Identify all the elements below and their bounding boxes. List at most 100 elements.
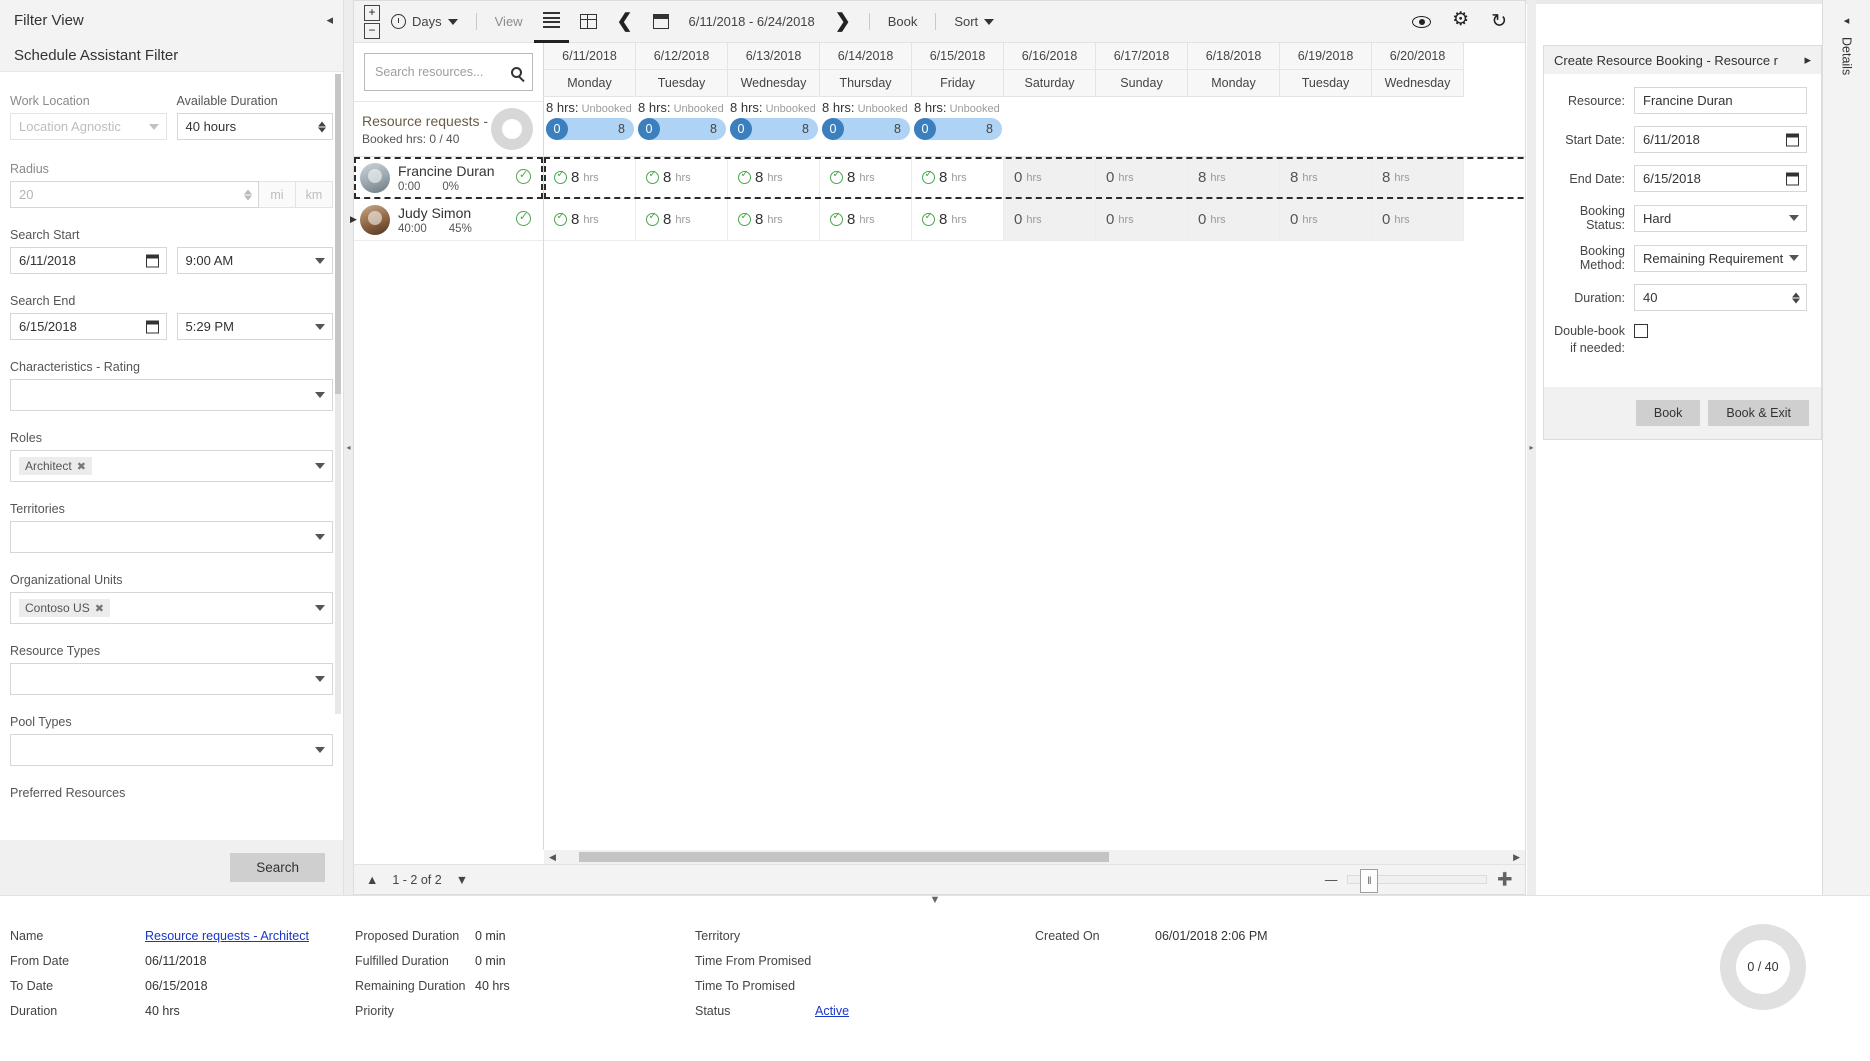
list-view-button[interactable] <box>534 1 569 43</box>
calendar-icon[interactable] <box>1786 133 1799 146</box>
grid-availability-cell[interactable]: 0hrs <box>1280 199 1372 241</box>
calendar-icon[interactable] <box>146 320 159 333</box>
grid-availability-cell[interactable]: 0hrs <box>1004 199 1096 241</box>
left-splitter[interactable]: ◂ <box>344 0 353 895</box>
requirement-day-cell[interactable] <box>1096 97 1188 156</box>
grid-availability-cell[interactable]: 8hrs <box>636 199 728 241</box>
resource-types-select[interactable] <box>10 663 333 695</box>
days-view-dropdown[interactable]: Days <box>382 1 467 43</box>
prev-period-button[interactable]: ❮ <box>608 1 642 43</box>
requirement-day-cell[interactable]: 8 hrs: Unbooked08 <box>912 97 1004 156</box>
book-toolbar-button[interactable]: Book <box>879 1 927 43</box>
grid-availability-cell[interactable]: 8hrs <box>1280 157 1372 199</box>
eye-icon[interactable] <box>1412 16 1431 28</box>
expand-row-icon[interactable]: ▶ <box>350 214 357 225</box>
unit-km-button[interactable]: km <box>296 181 333 208</box>
scroll-left-icon[interactable]: ◀ <box>544 852 561 863</box>
role-chip[interactable]: Architect ✖ <box>19 457 92 475</box>
requirement-day-cell[interactable]: 8 hrs: Unbooked08 <box>820 97 912 156</box>
grid-availability-cell[interactable]: 8hrs <box>912 199 1004 241</box>
work-location-select[interactable]: Location Agnostic <box>10 113 167 140</box>
booking-start-date-input[interactable]: 6/11/2018 <box>1634 126 1807 153</box>
requirement-name-link[interactable]: Resource requests - Architect <box>145 929 309 943</box>
grid-availability-cell[interactable]: 8hrs <box>1188 157 1280 199</box>
resource-row-judy-simon[interactable]: ▶ Judy Simon 40:00 45% <box>354 199 543 241</box>
grid-availability-cell[interactable]: 8hrs <box>820 199 912 241</box>
pool-types-select[interactable] <box>10 734 333 766</box>
org-unit-chip[interactable]: Contoso US ✖ <box>19 599 110 617</box>
close-icon[interactable]: ✖ <box>77 460 86 473</box>
booking-duration-input[interactable]: 40 <box>1634 284 1807 311</box>
roles-select[interactable]: Architect ✖ <box>10 450 333 482</box>
expand-panel-icon[interactable]: ▸ <box>1804 52 1811 68</box>
date-picker-button[interactable] <box>644 1 678 43</box>
booking-resource-input[interactable]: Francine Duran <box>1634 87 1807 114</box>
filter-scrollbar[interactable] <box>335 74 341 714</box>
scrollbar-thumb[interactable] <box>579 852 1109 862</box>
grid-availability-cell[interactable]: 8hrs <box>912 157 1004 199</box>
booking-method-select[interactable]: Remaining Requirement <box>1634 245 1807 272</box>
grid-availability-cell[interactable]: 0hrs <box>1372 199 1464 241</box>
requirement-day-cell[interactable] <box>1188 97 1280 156</box>
next-period-button[interactable]: ❯ <box>826 1 860 43</box>
zoom-slider[interactable]: ‖ <box>1347 875 1487 884</box>
requirement-day-cell[interactable] <box>1280 97 1372 156</box>
grid-availability-cell[interactable]: 8hrs <box>544 199 636 241</box>
requirement-day-cell[interactable]: 8 hrs: Unbooked08 <box>636 97 728 156</box>
grid-availability-cell[interactable]: 8hrs <box>728 157 820 199</box>
details-panel-tab[interactable]: ◂ Details <box>1822 0 1870 895</box>
right-splitter[interactable]: ▸ <box>1527 0 1536 895</box>
grid-availability-cell[interactable]: 0hrs <box>1096 157 1188 199</box>
collapse-filter-icon[interactable]: ◂ <box>326 12 333 28</box>
resource-row-francine-duran[interactable]: Francine Duran 0:00 0% <box>354 157 543 199</box>
collapse-icon[interactable]: − <box>364 23 380 39</box>
grid-view-button[interactable] <box>571 1 606 43</box>
grid-availability-cell[interactable]: 8hrs <box>636 157 728 199</box>
status-link[interactable]: Active <box>815 1004 849 1018</box>
book-and-exit-button[interactable]: Book & Exit <box>1708 400 1809 426</box>
duration-stepper[interactable] <box>1792 292 1800 303</box>
zoom-slider-handle[interactable]: ‖ <box>1360 869 1378 893</box>
grid-availability-cell[interactable]: 8hrs <box>1372 157 1464 199</box>
search-start-date-input[interactable]: 6/11/2018 <box>10 247 167 274</box>
close-icon[interactable]: ✖ <box>95 602 104 615</box>
grid-availability-cell[interactable]: 8hrs <box>820 157 912 199</box>
grid-availability-cell[interactable]: 8hrs <box>544 157 636 199</box>
booking-end-date-input[interactable]: 6/15/2018 <box>1634 165 1807 192</box>
territories-select[interactable] <box>10 521 333 553</box>
search-button[interactable]: Search <box>230 853 325 882</box>
grid-horizontal-scrollbar[interactable]: ◀ ▶ <box>544 850 1525 864</box>
radius-input[interactable]: 20 <box>10 181 259 208</box>
requirement-day-cell[interactable] <box>1372 97 1464 156</box>
characteristics-select[interactable] <box>10 379 333 411</box>
double-book-checkbox[interactable] <box>1634 324 1648 338</box>
zoom-out-button[interactable]: — <box>1325 873 1338 887</box>
requirement-day-cell[interactable]: 8 hrs: Unbooked08 <box>544 97 636 156</box>
requirement-row[interactable]: Resource requests - ... Booked hrs: 0 / … <box>354 101 543 157</box>
search-end-time-select[interactable]: 5:29 PM <box>177 313 334 340</box>
sort-dropdown[interactable]: Sort <box>945 1 1003 43</box>
search-icon[interactable] <box>511 67 522 78</box>
org-units-select[interactable]: Contoso US ✖ <box>10 592 333 624</box>
calendar-icon[interactable] <box>146 254 159 267</box>
requirement-day-cell[interactable]: 8 hrs: Unbooked08 <box>728 97 820 156</box>
calendar-icon[interactable] <box>1786 172 1799 185</box>
grid-availability-cell[interactable]: 0hrs <box>1096 199 1188 241</box>
expand-icon[interactable]: + <box>364 5 380 21</box>
details-pane-grip[interactable]: ▼ <box>930 894 941 906</box>
search-resources-input[interactable]: Search resources... <box>364 53 533 91</box>
page-up-icon[interactable]: ▲ <box>366 873 378 887</box>
grid-availability-cell[interactable]: 8hrs <box>728 199 820 241</box>
duration-stepper[interactable] <box>318 121 326 132</box>
expand-collapse-rows[interactable]: + − <box>364 5 380 39</box>
booking-status-select[interactable]: Hard <box>1634 205 1807 232</box>
gear-icon[interactable] <box>1453 14 1469 30</box>
grid-availability-cell[interactable]: 0hrs <box>1188 199 1280 241</box>
available-duration-input[interactable]: 40 hours <box>177 113 334 140</box>
zoom-in-button[interactable]: ➕ <box>1497 872 1513 887</box>
unit-mi-button[interactable]: mi <box>259 181 296 208</box>
refresh-icon[interactable] <box>1491 10 1507 33</box>
page-down-icon[interactable]: ▼ <box>456 873 468 887</box>
grid-availability-cell[interactable]: 0hrs <box>1004 157 1096 199</box>
scroll-right-icon[interactable]: ▶ <box>1508 852 1525 863</box>
